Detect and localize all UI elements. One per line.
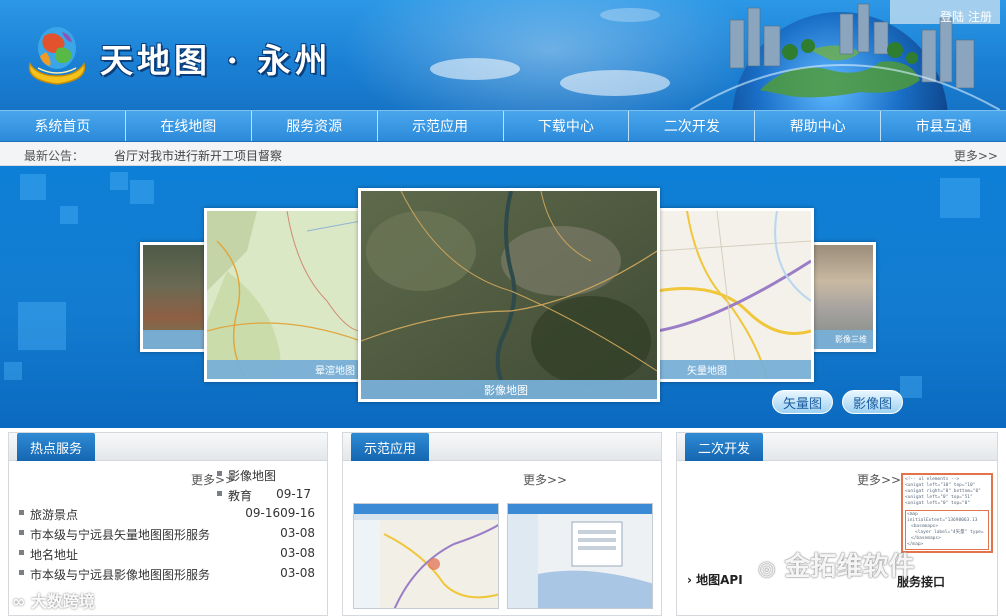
list-item-date: 03-08 (280, 566, 315, 580)
imagery-map-button[interactable]: 影像图 (842, 390, 904, 414)
nav-item-county-links[interactable]: 市县互通 (881, 111, 1006, 141)
demo-apps-tab[interactable]: 示范应用 (351, 433, 430, 461)
nav-item-development[interactable]: 二次开发 (629, 111, 756, 141)
map-api-link[interactable]: › 地图API (687, 571, 743, 588)
carousel-caption: 矢量地图 (657, 360, 811, 379)
development-more-link[interactable]: 更多>> (857, 471, 901, 488)
bullet-icon (19, 510, 24, 515)
loop-icon: ∞ (12, 592, 26, 611)
header-cloud (560, 70, 670, 96)
decor-square (18, 302, 66, 350)
nav-item-online-map[interactable]: 在线地图 (126, 111, 252, 141)
code-line: <map initialExtent="13698063.13 (907, 512, 978, 523)
map-api-label: 地图API (696, 573, 743, 587)
bullet-icon (19, 570, 24, 575)
list-item-date: 03-08 (280, 546, 315, 560)
bullet-icon (217, 491, 222, 496)
nav-item-downloads[interactable]: 下载中心 (504, 111, 630, 141)
site-title: 天地图 · 永州 (100, 41, 332, 80)
decor-square (60, 206, 78, 224)
announcement-bar: 最新公告： 省厅对我市进行新开工项目督察 更多>> (0, 142, 1006, 166)
carousel-card-vector-map[interactable]: 矢量地图 (654, 208, 814, 382)
code-sample-preview[interactable]: <!-- ul elements --> <unigat left="10" t… (901, 473, 993, 553)
development-tab[interactable]: 二次开发 (685, 433, 764, 461)
list-item-title: 影像地图 (228, 469, 277, 483)
carousel-card-imagery-3d[interactable]: 影像三维 (806, 242, 876, 352)
list-item[interactable]: 教育 09-17 (215, 485, 311, 505)
decor-square (130, 180, 154, 204)
panel-header: 热点服务 (9, 433, 327, 461)
panel-header: 二次开发 (677, 433, 997, 461)
carousel-caption: 影像地图 (361, 380, 657, 399)
list-item[interactable]: 影像地图 (215, 465, 305, 485)
site-logo[interactable] (24, 20, 90, 86)
nav-item-help[interactable]: 帮助中心 (755, 111, 882, 141)
relief-map-thumbnail (206, 210, 362, 380)
chevron-right-icon: › (687, 573, 692, 587)
login-link[interactable]: 登陆 (940, 10, 964, 24)
header-cloud (430, 58, 520, 80)
nav-item-home[interactable]: 系统首页 (0, 111, 126, 141)
bullet-icon (19, 550, 24, 555)
decor-square (940, 178, 980, 218)
carousel-caption: 影像三维 (809, 330, 873, 349)
list-item-title: 教育 (228, 489, 253, 503)
bullet-icon (217, 471, 222, 476)
page: 天地图 · 永州 登陆 注册 系统首页 在线地图 服务资源 示范应用 下载中心 … (0, 0, 1006, 616)
demo-app-map-preview (354, 504, 498, 608)
imagery-map-thumbnail (360, 190, 658, 401)
header-cloud (600, 8, 660, 22)
main-nav: 系统首页 在线地图 服务资源 示范应用 下载中心 二次开发 帮助中心 市县互通 (0, 110, 1006, 142)
list-item-title: 市本级与宁远县矢量地图图形服务 (30, 528, 211, 542)
site-header: 天地图 · 永州 登陆 注册 (0, 0, 1006, 110)
brand-watermark-text: 金拓维软件 (784, 552, 915, 582)
code-line: </map> (907, 542, 924, 547)
development-panel: 二次开发 更多>> <!-- ul elements --> <unigat l… (676, 432, 998, 616)
nav-item-demo-apps[interactable]: 示范应用 (378, 111, 504, 141)
site-watermark-text: 大数跨境 (30, 592, 95, 611)
carousel-card-imagery-map[interactable]: 影像地图 (358, 188, 660, 402)
demo-app-map-preview (508, 504, 652, 608)
carousel-card-relief-map[interactable]: 晕渲地图 (204, 208, 364, 382)
demo-app-screenshot[interactable] (507, 503, 653, 609)
announcement-label: 最新公告： (24, 149, 85, 163)
wechat-icon: ◎ (758, 556, 776, 580)
brand-watermark: ◎ 金拓维软件 (758, 546, 915, 583)
demo-app-screenshot[interactable] (353, 503, 499, 609)
carousel-caption: 晕渲地图 (207, 360, 361, 379)
list-item-title: 市本级与宁远县影像地图图形服务 (30, 568, 211, 582)
code-line: <unigat left="0" top="0" (905, 501, 971, 506)
vector-map-button[interactable]: 矢量图 (772, 390, 834, 414)
demo-apps-more-link[interactable]: 更多>> (523, 471, 567, 488)
register-link[interactable]: 注册 (968, 10, 992, 24)
nav-item-service-resources[interactable]: 服务资源 (252, 111, 378, 141)
announcement-more-link[interactable]: 更多>> (954, 147, 998, 164)
list-item-title: 地名地址 (30, 548, 79, 562)
list-item-date: 09-17 (276, 487, 311, 501)
list-item[interactable]: 旅游景点 09-1609-16 (17, 504, 315, 524)
demo-apps-panel: 示范应用 更多>> (342, 432, 662, 616)
vector-map-thumbnail (656, 210, 812, 380)
list-item-date: 09-1609-16 (245, 506, 315, 520)
list-item[interactable]: 地名地址 03-08 (17, 544, 315, 564)
list-item[interactable]: 市本级与宁远县矢量地图图形服务 03-08 (17, 524, 315, 544)
site-watermark: ∞ 大数跨境 (12, 588, 95, 612)
hot-services-tab[interactable]: 热点服务 (17, 433, 96, 461)
map-carousel: 晕渲地图 影像三维 矢量地图 影像地图 矢量图 影像图 (0, 166, 1006, 428)
announcement-link[interactable]: 省厅对我市进行新开工项目督察 (114, 147, 282, 164)
list-item[interactable]: 市本级与宁远县影像地图图形服务 03-08 (17, 564, 315, 584)
list-item-title: 旅游景点 (30, 508, 79, 522)
decor-square (900, 376, 922, 398)
decor-square (4, 362, 22, 380)
auth-links: 登陆 注册 (940, 8, 992, 25)
panel-header: 示范应用 (343, 433, 661, 461)
list-item-date: 03-08 (280, 526, 315, 540)
carousel-caption (143, 330, 209, 349)
bullet-icon (19, 530, 24, 535)
decor-square (20, 174, 46, 200)
decor-square (110, 172, 128, 190)
carousel-card-terrain-3d[interactable] (140, 242, 212, 352)
